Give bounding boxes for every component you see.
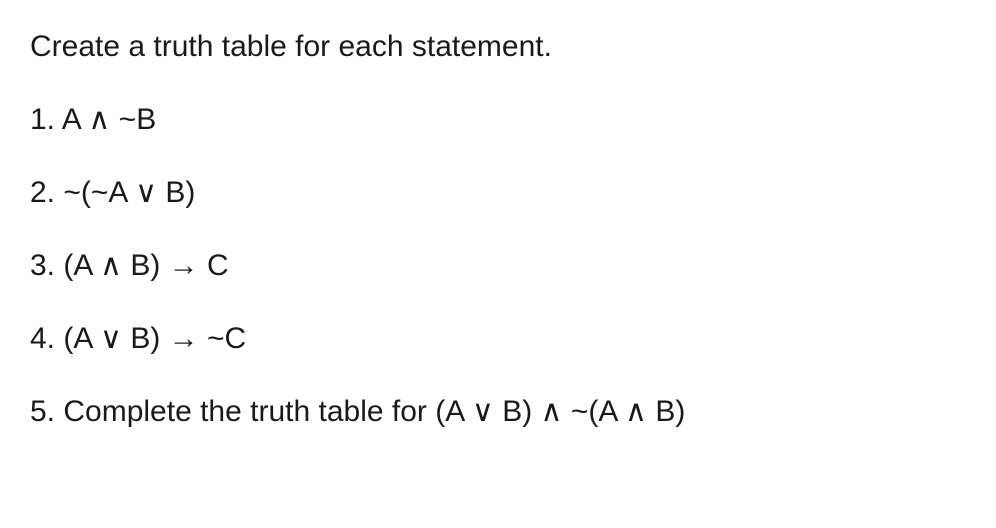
problem-4: 4. (A ∨ B) → ~C bbox=[30, 316, 966, 361]
problem-1: 1. A ∧ ~B bbox=[30, 97, 966, 142]
problem-3: 3. (A ∧ B) → C bbox=[30, 243, 966, 288]
instruction-text: Create a truth table for each statement. bbox=[30, 24, 966, 69]
problem-2: 2. ~(~A ∨ B) bbox=[30, 170, 966, 215]
problem-5: 5. Complete the truth table for (A ∨ B) … bbox=[30, 389, 966, 434]
